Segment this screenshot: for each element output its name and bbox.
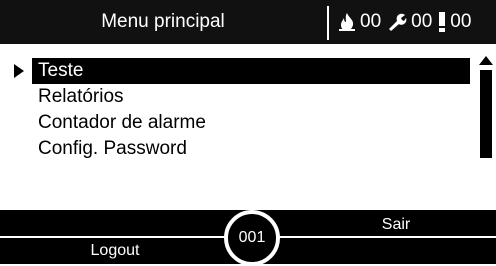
status-counters: 00 00 00	[338, 0, 477, 44]
header-divider	[327, 6, 329, 40]
fire-count: 00	[360, 11, 382, 32]
scrollbar-thumb[interactable]	[480, 70, 492, 158]
menu-item-label: Teste	[38, 60, 84, 81]
menu-item-label: Contador de alarme	[38, 112, 206, 133]
header-bar: Menu principal 00 00 00	[0, 0, 496, 44]
page-title: Menu principal	[101, 11, 225, 32]
menu-list: Teste Relatórios Contador de alarme Conf…	[0, 58, 470, 162]
fault-count: 00	[411, 11, 433, 32]
menu-item-relatorios[interactable]: Relatórios	[0, 84, 470, 110]
scroll-up-arrow-icon[interactable]	[479, 56, 493, 65]
menu-item-teste[interactable]: Teste	[32, 58, 470, 84]
alert-count: 00	[450, 11, 472, 32]
menu-item-label: Relatórios	[38, 86, 124, 107]
menu-item-contador-de-alarme[interactable]: Contador de alarme	[0, 110, 470, 136]
menu-item-config-password[interactable]: Config. Password	[0, 136, 470, 162]
sair-button[interactable]: Sair	[296, 210, 496, 240]
menu-item-label: Config. Password	[38, 138, 187, 159]
center-counter-button[interactable]: 001	[224, 210, 280, 266]
wrench-icon	[387, 12, 407, 32]
logout-button[interactable]: Logout	[0, 238, 230, 264]
fire-icon	[338, 12, 356, 32]
exclamation-icon	[438, 11, 446, 33]
